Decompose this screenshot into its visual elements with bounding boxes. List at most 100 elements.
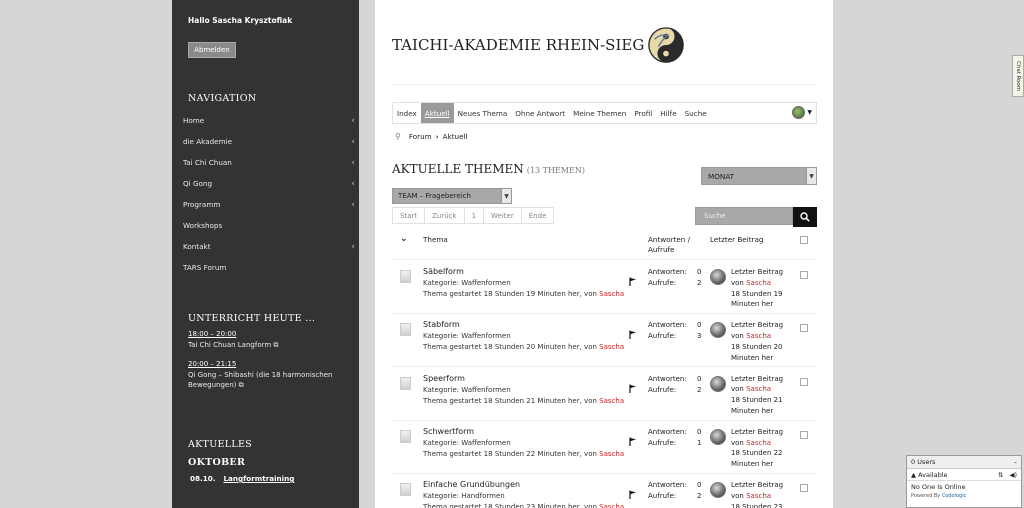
sidebar-item-qigong[interactable]: Qi Gong ‹ (183, 173, 355, 194)
month-heading: OKTOBER (188, 457, 246, 468)
page-end-button[interactable]: Ende (522, 208, 554, 223)
author-link[interactable]: Sascha (599, 343, 624, 351)
sidebar-item-workshops[interactable]: Workshops (183, 215, 355, 236)
last-post: Letzter Beitrag von Sascha 18 Stunden 21… (731, 374, 784, 415)
chevron-left-icon: ‹ (351, 241, 355, 252)
avatar[interactable] (710, 322, 726, 339)
status-select[interactable]: ▲ Available (911, 471, 948, 479)
reply-count: 0 (697, 427, 702, 436)
chat-room-tab[interactable]: Chat Room (1012, 55, 1024, 97)
sidebar-item-kontakt[interactable]: Kontakt ‹ (183, 236, 355, 257)
minimize-icon[interactable]: – (1014, 458, 1017, 466)
col-last-post: Letzter Beitrag (710, 235, 764, 244)
avatar (792, 106, 806, 119)
triangle-up-icon: ▲ (911, 470, 916, 479)
page-start-button[interactable]: Start (393, 208, 426, 223)
event-item[interactable]: 08.10. Langformtraining (190, 474, 294, 483)
table-row: Stabform Kategorie: Waffenformen Thema g… (392, 314, 817, 368)
topic-title[interactable]: Säbelform (423, 267, 464, 276)
period-select[interactable]: MONAT ▼ (701, 167, 817, 185)
avatar[interactable] (710, 482, 726, 499)
flag-icon (629, 490, 636, 500)
author-link[interactable]: Sascha (599, 397, 624, 405)
flag-icon (629, 437, 636, 446)
select-all-checkbox[interactable] (800, 236, 808, 244)
today-heading: UNTERRICHT HEUTE ... (188, 313, 316, 324)
author-link[interactable]: Sascha (746, 492, 771, 500)
lesson-item[interactable]: 18:00 – 20:00 Tai Chi Chuan Langform ⧉ (188, 329, 348, 350)
topic-category: Kategorie: Waffenformen (423, 438, 511, 447)
author-link[interactable]: Sascha (599, 290, 624, 298)
user-menu[interactable]: ▼ (792, 106, 812, 119)
page-next-button[interactable]: Weiter (484, 208, 522, 223)
sidebar-item-programm[interactable]: Programm ‹ (183, 194, 355, 215)
chat-header[interactable]: 0 Users – (907, 456, 1021, 469)
chevron-down-icon: ▼ (501, 189, 511, 203)
row-checkbox[interactable] (800, 484, 808, 493)
row-checkbox[interactable] (800, 377, 808, 386)
topic-title[interactable]: Speerform (423, 374, 465, 383)
sound-icon[interactable]: ◀) (1009, 471, 1017, 479)
site-title: TAICHI-AKADEMIE RHEIN-SIEG (392, 36, 645, 54)
topic-category: Kategorie: Waffenformen (423, 385, 511, 394)
topic-icon (400, 429, 411, 443)
topic-category: Kategorie: Waffenformen (423, 279, 511, 287)
table-row: Einfache Grundübungen Kategorie: Handfor… (392, 474, 817, 508)
row-checkbox[interactable] (800, 271, 808, 279)
map-pin-icon: ⚲ (395, 132, 401, 141)
tab-aktuell[interactable]: Aktuell (420, 103, 454, 123)
chevron-left-icon: ‹ (351, 157, 355, 168)
topic-title[interactable]: Einfache Grundübungen (423, 480, 520, 489)
avatar[interactable] (710, 269, 726, 285)
row-checkbox[interactable] (800, 430, 808, 439)
topic-title[interactable]: Stabform (423, 320, 460, 329)
tab-profil[interactable]: Profil (630, 103, 656, 123)
author-link[interactable]: Sascha (746, 385, 771, 393)
tab-meine-themen[interactable]: Meine Themen (569, 103, 630, 123)
topic-category: Kategorie: Waffenformen (423, 332, 511, 341)
author-link[interactable]: Sascha (746, 332, 771, 340)
powered-by: Powered By Codologic (911, 493, 967, 499)
last-post: Letzter Beitrag von Sascha 18 Stunden 23… (731, 481, 784, 508)
tab-hilfe[interactable]: Hilfe (656, 103, 680, 123)
row-checkbox[interactable] (800, 324, 808, 333)
yin-yang-logo (648, 27, 684, 63)
tab-ohne-antwort[interactable]: Ohne Antwort (511, 103, 569, 123)
avatar[interactable] (710, 428, 726, 445)
sidebar-item-akademie[interactable]: die Akademie ‹ (183, 131, 355, 152)
page-number[interactable]: 1 (465, 208, 485, 223)
page-prev-button[interactable]: Zurück (425, 208, 465, 223)
tab-suche[interactable]: Suche (681, 103, 711, 123)
chevron-left-icon: ‹ (351, 199, 355, 210)
topic-icon (400, 270, 411, 283)
col-topic: Thema (423, 235, 448, 244)
tab-neues-thema[interactable]: Neues Thema (454, 103, 512, 123)
sidebar-item-home[interactable]: Home ‹ (183, 110, 355, 131)
sync-icon[interactable]: ⇅ (998, 471, 1003, 479)
tab-index[interactable]: Index (393, 103, 421, 123)
search-button[interactable] (793, 207, 817, 227)
table-row: Säbelform Kategorie: Waffenformen Thema … (392, 261, 817, 314)
search-input[interactable]: Suche (695, 207, 793, 225)
author-link[interactable]: Sascha (746, 439, 771, 447)
sidebar-item-taichi[interactable]: Tai Chi Chuan ‹ (183, 152, 355, 173)
author-link[interactable]: Sascha (599, 450, 624, 458)
topic-stats: Antworten: 0 Aufrufe: 1 (648, 427, 702, 447)
avatar[interactable] (710, 375, 726, 392)
breadcrumb-forum[interactable]: Forum (409, 132, 432, 141)
view-count: 3 (697, 332, 702, 341)
author-link[interactable]: Sascha (746, 279, 771, 287)
nav-heading: NAVIGATION (188, 93, 257, 104)
lesson-item[interactable]: 20:00 – 21:15 Qi Gong – Shibashi (die 18… (188, 359, 348, 391)
breadcrumb-current[interactable]: Aktuell (443, 132, 468, 141)
forum-select[interactable]: TEAM – Fragebereich ▼ (392, 188, 512, 204)
logout-button[interactable]: Abmelden (188, 42, 236, 58)
chevron-down-icon[interactable]: ⌄ (400, 234, 408, 244)
user-greeting: Hallo Sascha Krysztofiak (188, 16, 293, 25)
sidebar-nav: Home ‹ die Akademie ‹ Tai Chi Chuan ‹ Qi Go… (183, 110, 355, 278)
topic-title[interactable]: Schwertform (423, 427, 474, 436)
external-link-icon: ⧉ (238, 381, 244, 389)
sidebar-item-forum[interactable]: TARS Forum (183, 257, 355, 278)
topic-started: Thema gestartet 18 Stunden 23 Minuten he… (423, 503, 624, 508)
author-link[interactable]: Sascha (599, 503, 624, 508)
